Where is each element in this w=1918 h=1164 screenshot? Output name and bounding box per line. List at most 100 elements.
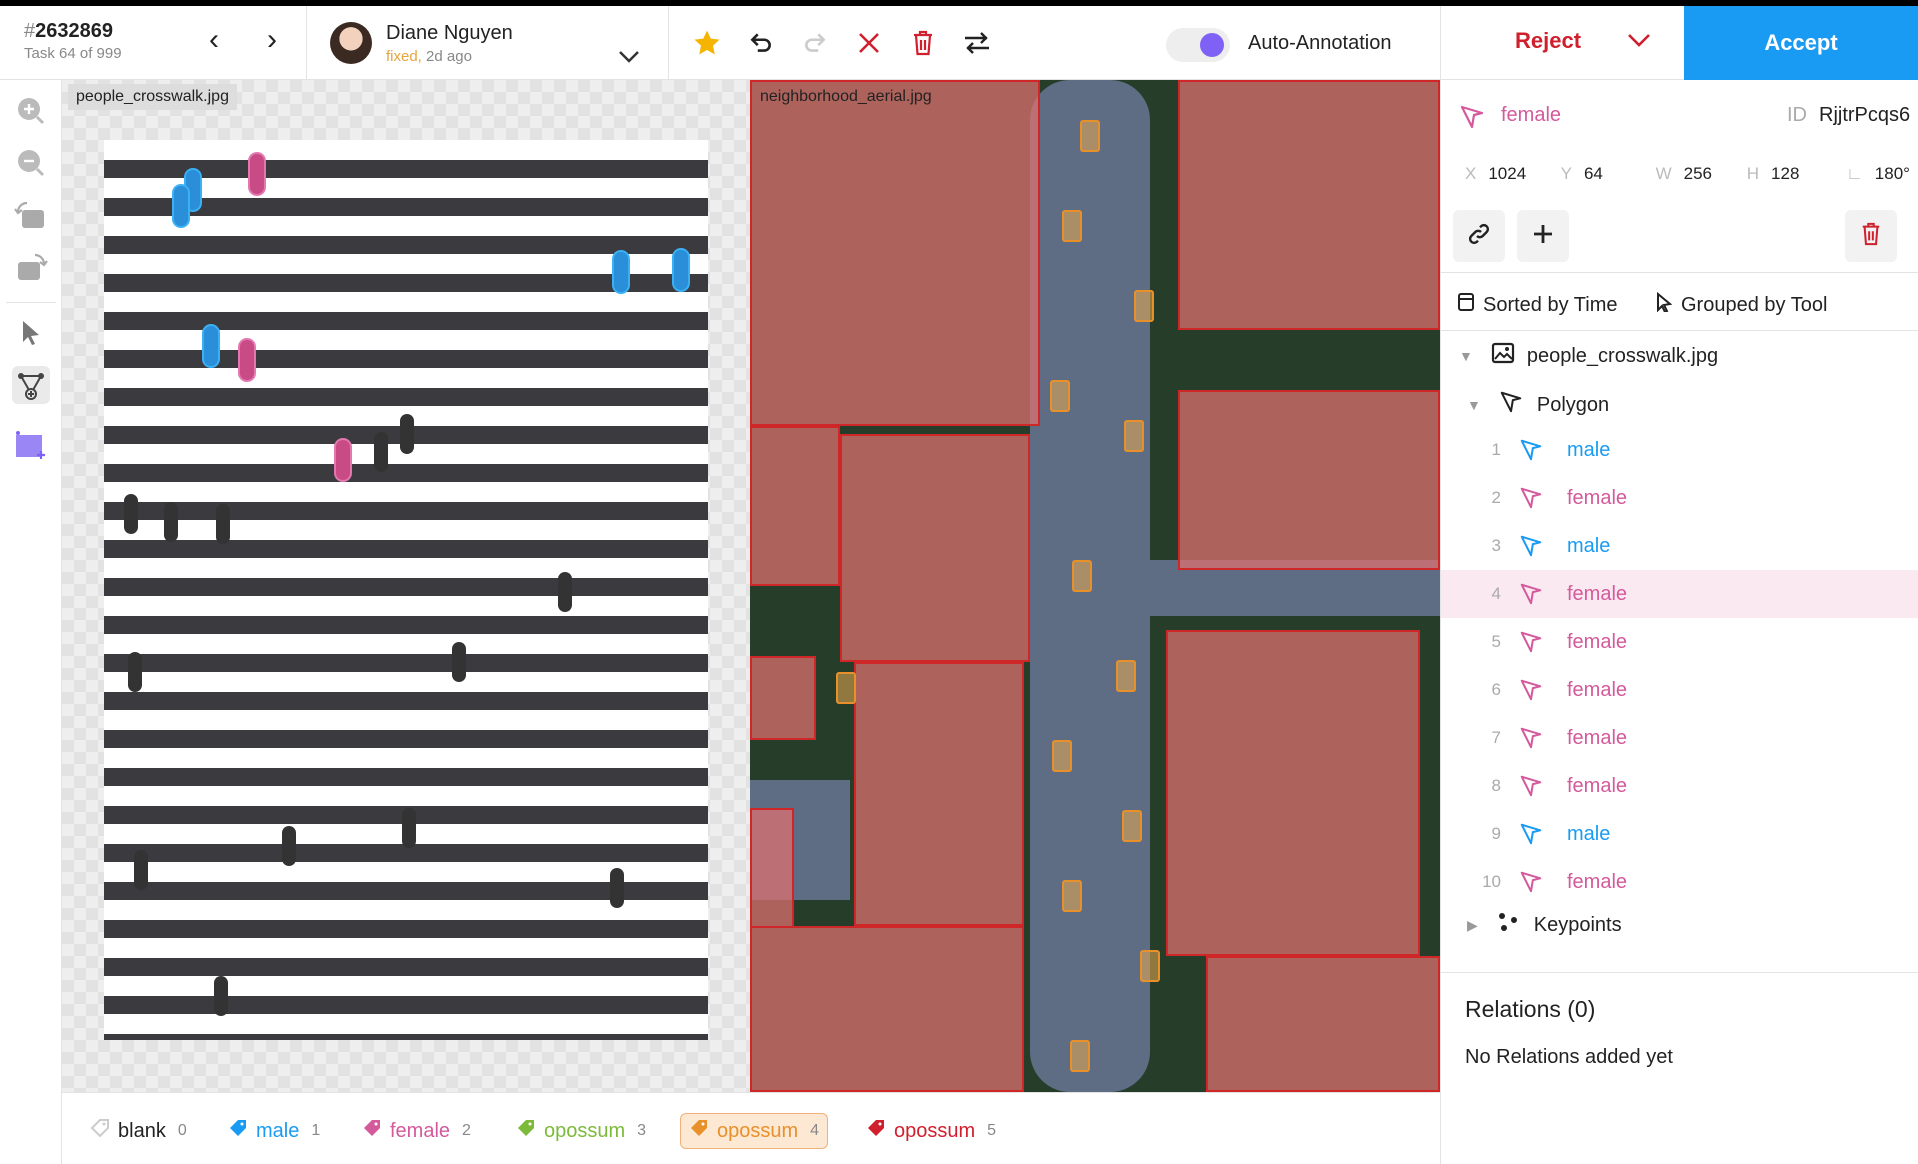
region-item[interactable]: 3 male [1441,522,1918,570]
building-region[interactable] [750,426,840,586]
auto-annotation-label: Auto-Annotation [1248,32,1392,54]
sort-selector[interactable]: Sorted by Time [1457,292,1618,318]
car-region[interactable] [1122,810,1142,842]
label-name: opossum [717,1119,799,1142]
polygon-icon [1519,438,1545,462]
aerial-image[interactable] [750,80,1440,1092]
tree-image-node[interactable]: ▼ people_crosswalk.jpg [1459,342,1718,370]
coord-h[interactable]: 128 [1771,164,1799,183]
male-region[interactable] [614,252,628,292]
coord-angle[interactable]: 180° [1875,164,1910,183]
chevron-down-icon[interactable] [1627,28,1651,54]
region-item[interactable]: 8 female [1441,762,1918,810]
car-region[interactable] [1134,290,1154,322]
crosswalk-image[interactable] [104,140,708,1040]
car-region[interactable] [836,672,856,704]
polygon-icon [1459,104,1485,135]
close-icon[interactable] [850,24,888,62]
car-region[interactable] [1062,880,1082,912]
rotate-left-icon[interactable] [12,196,50,234]
label-male[interactable]: male 1 [220,1113,328,1149]
label-blank[interactable]: blank 0 [82,1113,195,1149]
zoom-in-icon[interactable] [12,92,50,130]
building-region[interactable] [750,656,816,740]
car-region[interactable] [1116,660,1136,692]
building-region[interactable] [750,808,794,928]
car-region[interactable] [1124,420,1144,452]
zoom-out-icon[interactable] [12,144,50,182]
building-region[interactable] [854,662,1024,926]
undo-icon[interactable] [742,24,780,62]
tree-polygon-group[interactable]: ▼ Polygon [1467,390,1609,420]
region-id-key: ID [1787,104,1807,126]
accept-button[interactable]: Accept [1684,6,1918,80]
pedestrian [374,432,388,472]
region-item[interactable]: 7 female [1441,714,1918,762]
reject-button[interactable]: Reject [1515,28,1581,54]
male-region[interactable] [174,186,188,226]
building-region[interactable] [1166,630,1420,956]
collapse-icon[interactable]: ▼ [1467,397,1481,413]
region-item[interactable]: 9 male [1441,810,1918,858]
building-region[interactable] [750,926,1024,1092]
car-region[interactable] [1070,1040,1090,1072]
female-region[interactable] [336,440,350,480]
prev-task-button[interactable]: ‹ [196,24,232,60]
car-region[interactable] [1080,120,1100,152]
delete-region-button[interactable] [1845,210,1897,262]
label-female[interactable]: female 2 [354,1113,479,1149]
swap-icon[interactable] [958,24,996,62]
annotation-canvas[interactable]: people_crosswalk.jpg neighborhood_aerial… [62,80,1440,1092]
polygon-tool-icon[interactable] [12,366,50,404]
region-item[interactable]: 1 male [1441,426,1918,474]
male-region[interactable] [674,250,688,290]
redo-icon[interactable] [796,24,834,62]
rotate-right-icon[interactable] [12,248,50,286]
region-coordinates: X 1024 Y 64 W 256 H 128 ∟ 180° [1465,164,1910,183]
task-id: #2632869 [24,20,113,42]
car-region[interactable] [1140,950,1160,982]
chevron-down-icon[interactable] [618,40,640,71]
star-icon[interactable] [688,24,726,62]
polygon-icon [1519,822,1545,846]
male-region[interactable] [186,170,200,210]
label-opossum-3[interactable]: opossum 3 [508,1113,654,1149]
building-region[interactable] [750,80,1040,426]
pedestrian [282,826,296,866]
group-selector[interactable]: Grouped by Tool [1655,291,1827,318]
male-region[interactable] [204,326,218,366]
tree-keypoints-group[interactable]: ▶ Keypoints [1467,910,1622,940]
polygon-icon [1499,390,1523,420]
coord-y[interactable]: 64 [1584,164,1603,183]
car-region[interactable] [1052,740,1072,772]
car-region[interactable] [1050,380,1070,412]
building-region[interactable] [1206,956,1440,1092]
car-region[interactable] [1062,210,1082,242]
region-item[interactable]: 5 female [1441,618,1918,666]
building-region[interactable] [1178,390,1440,570]
region-item[interactable]: 10 female [1441,858,1918,906]
female-region[interactable] [240,340,254,380]
auto-annotation-toggle[interactable] [1166,28,1230,62]
region-item-selected[interactable]: 4 female [1441,570,1918,618]
coord-w[interactable]: 256 [1684,164,1712,183]
region-item[interactable]: 2 female [1441,474,1918,522]
expand-icon[interactable]: ▶ [1467,917,1478,934]
rectangle-tool-icon[interactable] [12,426,50,464]
select-tool-icon[interactable] [12,314,50,352]
divider [1441,972,1918,973]
label-name: opossum [894,1119,976,1142]
coord-x[interactable]: 1024 [1488,164,1526,183]
region-item[interactable]: 6 female [1441,666,1918,714]
trash-icon[interactable] [904,24,942,62]
car-region[interactable] [1072,560,1092,592]
label-opossum-5[interactable]: opossum 5 [858,1113,1004,1149]
next-task-button[interactable]: › [254,24,290,60]
link-button[interactable] [1453,210,1505,262]
collapse-icon[interactable]: ▼ [1459,348,1473,364]
building-region[interactable] [1178,80,1440,330]
label-opossum-4[interactable]: opossum 4 [680,1113,829,1149]
female-region[interactable] [250,154,264,194]
add-button[interactable] [1517,210,1569,262]
building-region[interactable] [840,434,1030,662]
